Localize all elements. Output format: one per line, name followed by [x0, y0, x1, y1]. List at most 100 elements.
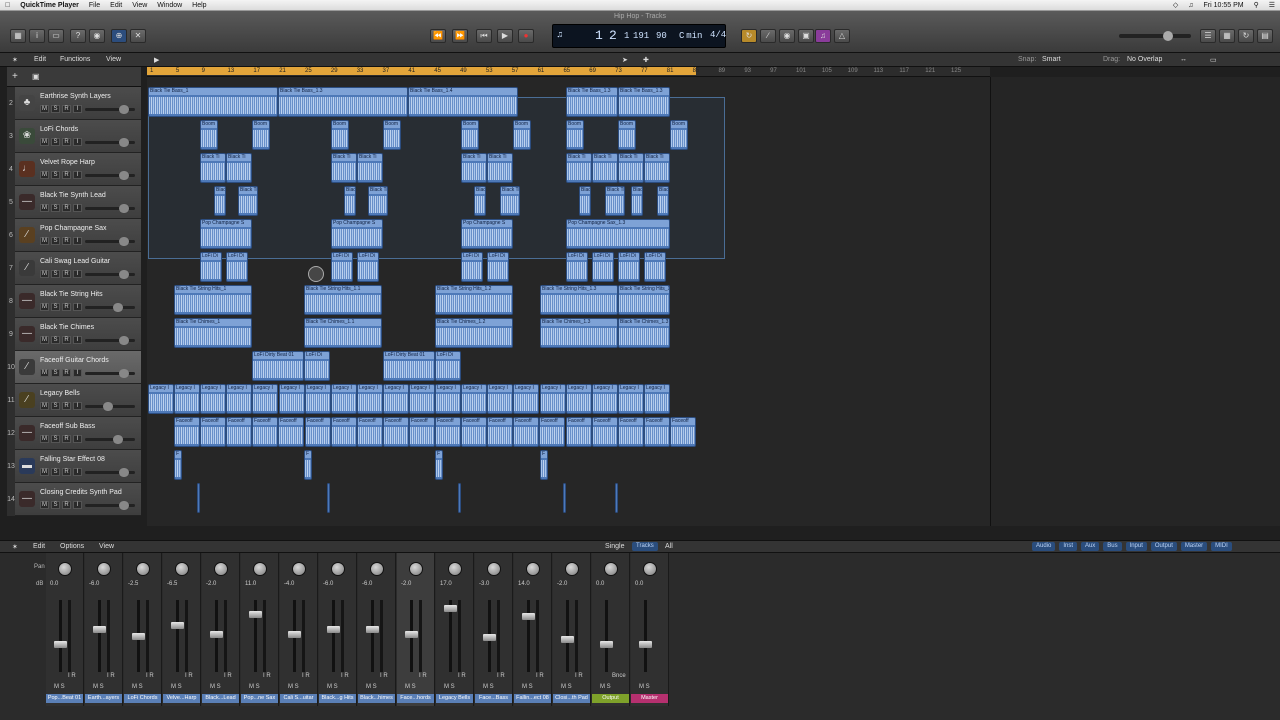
mute-solo-buttons[interactable]: M S [405, 684, 416, 690]
channel-strip[interactable]: -6.0 I RM S Earth...ayers [85, 553, 123, 706]
input-record-buttons[interactable]: I R [458, 673, 466, 679]
audio-region[interactable]: Legacy I [592, 384, 618, 414]
inspector-button[interactable]: i [29, 29, 45, 43]
menu-window[interactable]: Window [152, 2, 187, 9]
channel-strip[interactable]: 14.0 I RM S Fallin...ect 08 [514, 553, 552, 706]
audio-region[interactable]: Black Tie Chimes_1 [174, 318, 252, 348]
replace-button[interactable]: ∕ [760, 29, 776, 43]
audio-region[interactable]: Faceoff [461, 417, 487, 447]
solo-button[interactable]: S [51, 171, 60, 179]
audio-region[interactable]: Legacy I [618, 384, 644, 414]
audio-region[interactable]: Black Tie Bass_1.3 [278, 87, 408, 117]
channel-strip[interactable]: -2.0 I RM S Face...hords [397, 553, 435, 706]
audio-region[interactable]: Legacy I [252, 384, 278, 414]
channel-name[interactable]: Black...Lead [202, 694, 239, 703]
channel-name[interactable]: Earth...ayers [85, 694, 122, 703]
channel-name[interactable]: Black...g Hits [319, 694, 356, 703]
audio-region[interactable]: Faceoff [252, 417, 278, 447]
track-volume-slider[interactable] [85, 501, 135, 510]
record-enable-button[interactable]: R [62, 336, 71, 344]
track-row[interactable]: 4 ♩ Velvet Rope Harp M S R I [7, 153, 141, 186]
mute-solo-buttons[interactable]: M S [249, 684, 260, 690]
audio-region[interactable]: Legacy I [435, 384, 461, 414]
pan-knob[interactable] [448, 562, 462, 576]
input-monitor-button[interactable]: I [73, 204, 82, 212]
input-monitor-button[interactable]: I [73, 237, 82, 245]
audio-region[interactable]: Black Tie String Hits_1 [174, 285, 252, 315]
volume-icon[interactable]: ♫ [1183, 2, 1198, 9]
rewind-button[interactable]: ⏪ [430, 29, 446, 43]
filter-master[interactable]: Master [1180, 542, 1208, 551]
solo-button[interactable]: S [51, 105, 60, 113]
audio-region[interactable]: F [174, 450, 182, 480]
pan-knob[interactable] [331, 562, 345, 576]
track-volume-slider[interactable] [85, 171, 135, 180]
mute-solo-buttons[interactable]: M S [132, 684, 143, 690]
solo-button[interactable]: S [51, 138, 60, 146]
mute-button[interactable]: M [40, 435, 49, 443]
audio-region[interactable]: Boom [200, 120, 218, 150]
input-record-buttons[interactable]: I R [575, 673, 583, 679]
menu-help[interactable]: Help [187, 2, 211, 9]
menu-app[interactable]: QuickTime Player [15, 2, 84, 9]
audio-region[interactable]: Pop Champagne S [331, 219, 383, 249]
solo-button[interactable]: S [51, 501, 60, 509]
volume-fader[interactable] [600, 640, 613, 648]
audio-region[interactable]: Black Tie Bass_1 [148, 87, 278, 117]
input-monitor-button[interactable]: I [73, 303, 82, 311]
channel-name[interactable]: Black...himes [358, 694, 395, 703]
audio-region[interactable]: Faceoff [513, 417, 539, 447]
volume-fader[interactable] [171, 621, 184, 629]
audio-region[interactable]: Black Ti [579, 186, 591, 216]
audio-region[interactable]: Black Ti [618, 153, 644, 183]
mute-solo-buttons[interactable]: M S [327, 684, 338, 690]
track-volume-slider[interactable] [85, 270, 135, 279]
mute-solo-buttons[interactable]: M S [522, 684, 533, 690]
pan-knob[interactable] [565, 562, 579, 576]
volume-fader[interactable] [327, 626, 340, 634]
audio-region[interactable]: Black Ti [657, 186, 669, 216]
filter-inst[interactable]: Inst [1059, 542, 1077, 551]
record-enable-button[interactable]: R [62, 105, 71, 113]
channel-name[interactable]: Fallin...ect 08 [514, 694, 551, 703]
editors-button[interactable]: ✕ [130, 29, 146, 43]
volume-fader[interactable] [249, 611, 262, 619]
audio-region[interactable]: Black Ti [487, 153, 513, 183]
mute-solo-buttons[interactable]: M S [288, 684, 299, 690]
track-volume-slider[interactable] [85, 105, 135, 114]
audio-region[interactable]: Black Ti [357, 153, 383, 183]
channel-name[interactable]: Legacy Bells [436, 694, 473, 703]
audio-region[interactable]: F [304, 450, 312, 480]
audio-region[interactable] [197, 483, 200, 513]
channel-strip[interactable]: -6.0 I RM S Black...g Hits [319, 553, 357, 706]
mute-button[interactable]: M [40, 468, 49, 476]
mixer-view-menu[interactable]: View [99, 543, 114, 550]
audio-region[interactable]: Black Ti [226, 153, 252, 183]
volume-knob[interactable] [119, 270, 129, 279]
audio-region[interactable]: Black Tie Bass_1.3 [566, 87, 618, 117]
audio-region[interactable]: Faceoff [618, 417, 644, 447]
mute-solo-buttons[interactable]: M S [561, 684, 572, 690]
audio-region[interactable]: LoFi Di [226, 252, 248, 282]
audio-region[interactable]: Black Ti [500, 186, 520, 216]
volume-knob[interactable] [103, 402, 113, 411]
functions-menu[interactable]: Functions [60, 56, 90, 63]
filter-midi[interactable]: MIDI [1211, 542, 1232, 551]
pan-knob[interactable] [58, 562, 72, 576]
audio-region[interactable]: Pop Champagne Sax_1.3 [566, 219, 670, 249]
track-row[interactable]: 5— Black Tie Synth Lead M S R I [7, 186, 141, 219]
record-enable-button[interactable]: R [62, 237, 71, 245]
channel-strip[interactable]: -6.5 I RM S Velve...Harp [163, 553, 201, 706]
audio-region[interactable]: Legacy I [200, 384, 226, 414]
arrange-area[interactable]: Black Tie Bass_1 Black Tie Bass_1.3 Black … [147, 77, 990, 526]
track-volume-slider[interactable] [85, 336, 135, 345]
pan-knob[interactable] [643, 562, 657, 576]
audio-region[interactable]: Black Ti [368, 186, 388, 216]
input-monitor-button[interactable]: I [73, 171, 82, 179]
record-enable-button[interactable]: R [62, 468, 71, 476]
track-row[interactable]: 8— Black Tie String Hits M S R I [7, 285, 141, 318]
audio-region[interactable]: Boom [331, 120, 349, 150]
solo-button[interactable]: S [51, 435, 60, 443]
track-volume-slider[interactable] [85, 204, 135, 213]
mute-button[interactable]: M [40, 303, 49, 311]
